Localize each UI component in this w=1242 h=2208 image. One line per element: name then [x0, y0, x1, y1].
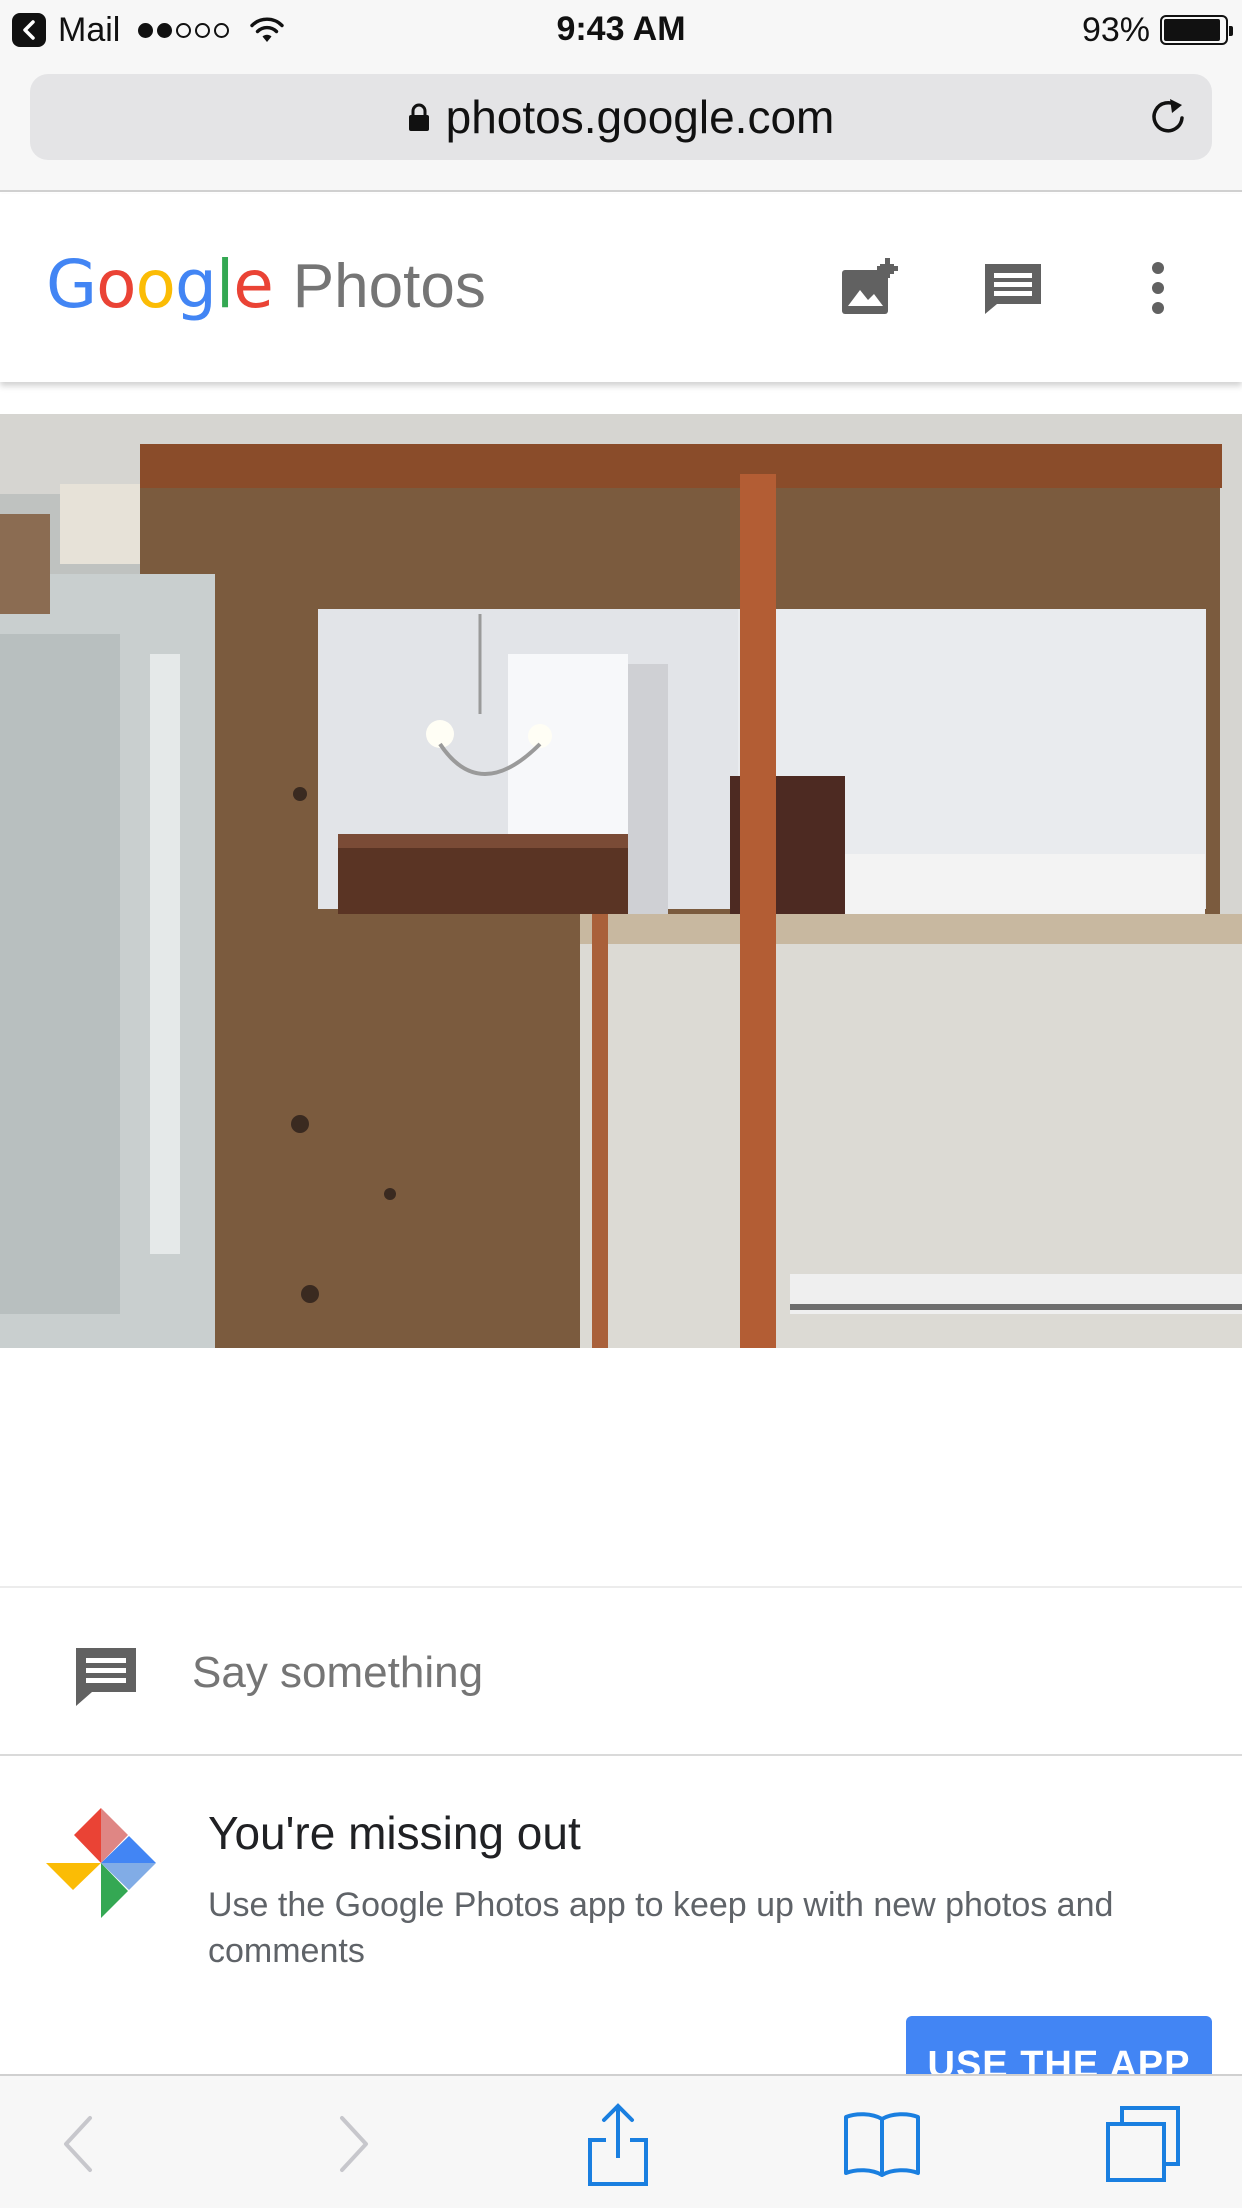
tabs-icon: [1104, 2104, 1184, 2184]
browser-address-area: photos.google.com: [0, 60, 1242, 192]
photo-image: [0, 414, 1242, 1348]
google-photos-pinwheel-icon: [46, 1808, 156, 1923]
status-right: 93%: [1081, 8, 1233, 52]
logo-product-name: Photos: [292, 252, 486, 321]
status-time: 9:43 AM: [556, 10, 686, 48]
logo-letter: e: [233, 246, 274, 323]
address-bar-content[interactable]: photos.google.com: [30, 74, 1212, 160]
back-arrow-icon: [60, 2114, 96, 2174]
more-vert-icon: [1148, 258, 1168, 318]
comments-button[interactable]: [977, 252, 1049, 324]
logo-letter: l: [215, 246, 234, 323]
address-bar[interactable]: photos.google.com: [30, 74, 1212, 160]
url-text[interactable]: photos.google.com: [446, 90, 835, 144]
back-button[interactable]: [38, 2104, 118, 2184]
forward-arrow-icon: [336, 2114, 372, 2174]
add-photo-icon: [836, 256, 900, 320]
bookmarks-icon: [842, 2109, 922, 2179]
comment-icon: [74, 1644, 138, 1713]
promo-body: Use the Google Photos app to keep up wit…: [208, 1886, 1114, 1970]
google-photos-logo[interactable]: Google Photos: [46, 246, 486, 323]
tabs-button[interactable]: [1104, 2104, 1184, 2184]
reload-icon[interactable]: [1146, 95, 1190, 144]
logo-letter: o: [135, 246, 176, 323]
comment-icon: [981, 256, 1045, 320]
bookmarks-button[interactable]: [842, 2104, 922, 2184]
logo-letter: o: [96, 246, 136, 323]
comment-input[interactable]: Say something: [192, 1588, 483, 1758]
share-button[interactable]: [578, 2102, 658, 2186]
app-header: Google Photos: [0, 194, 1242, 382]
battery-percent: 93%: [1081, 10, 1150, 49]
battery-level: [1164, 19, 1220, 41]
battery-cap: [1229, 26, 1233, 36]
more-options-button[interactable]: [1122, 252, 1194, 324]
promo-title: You're missing out: [208, 1807, 581, 1859]
forward-button[interactable]: [314, 2104, 394, 2184]
comment-bar: Say something: [0, 1586, 1242, 1756]
add-photo-button[interactable]: [832, 252, 904, 324]
battery-icon: [1160, 15, 1233, 45]
share-icon: [586, 2102, 650, 2186]
lock-icon: [408, 102, 430, 132]
shared-photo[interactable]: [0, 414, 1242, 1348]
google-wordmark: Google: [46, 246, 274, 323]
browser-toolbar: [0, 2074, 1242, 2208]
logo-letter: g: [174, 246, 217, 323]
app-promo-banner: You're missing out Use the Google Photos…: [0, 1758, 1242, 2116]
status-bar: Mail 9:43 AM 93%: [0, 0, 1242, 60]
logo-letter: G: [46, 246, 97, 323]
